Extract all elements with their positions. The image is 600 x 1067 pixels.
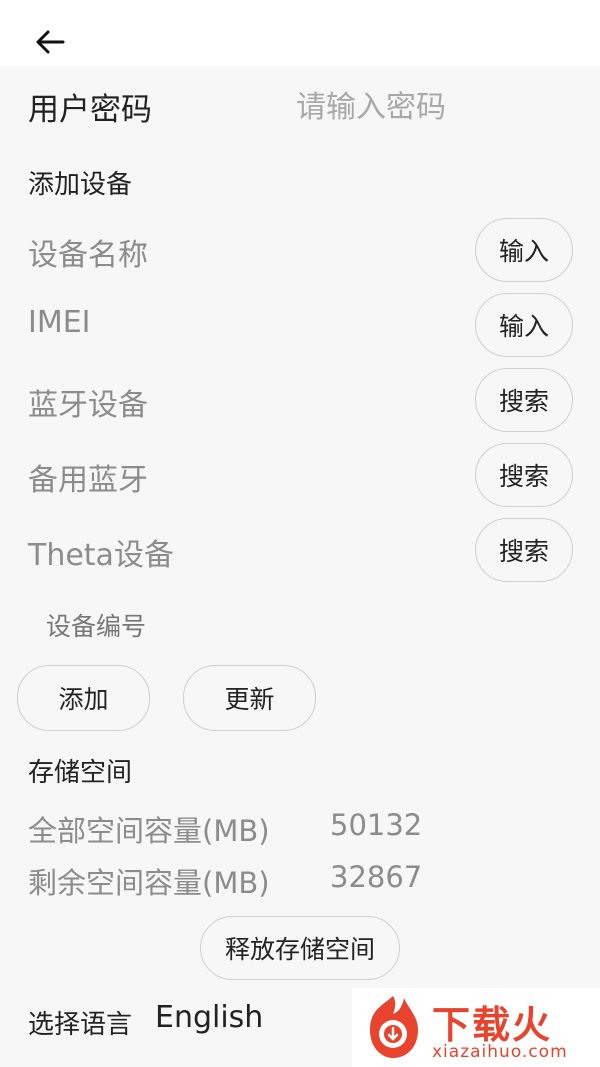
password-input[interactable] xyxy=(294,82,558,132)
imei-label: IMEI xyxy=(28,305,91,340)
watermark-title: 下载火 xyxy=(432,1003,553,1047)
top-bar xyxy=(0,0,600,66)
total-capacity-value: 50132 xyxy=(330,808,423,842)
language-label: 选择语言 xyxy=(28,1010,133,1040)
device-number-label: 设备编号 xyxy=(46,612,147,641)
flame-logo-icon xyxy=(370,996,418,1058)
backup-bluetooth-label: 备用蓝牙 xyxy=(28,463,148,498)
language-selector[interactable]: English xyxy=(155,1000,263,1035)
theta-device-label: Theta设备 xyxy=(28,538,174,573)
watermark-url: xiazaihuo.com xyxy=(432,1042,568,1062)
total-capacity-label: 全部空间容量(MB) xyxy=(28,814,270,848)
add-device-title: 添加设备 xyxy=(28,170,133,200)
imei-input-button[interactable]: 输入 xyxy=(475,293,573,357)
add-button[interactable]: 添加 xyxy=(17,665,150,731)
free-capacity-label: 剩余空间容量(MB) xyxy=(28,866,270,900)
bluetooth-search-button[interactable]: 搜索 xyxy=(475,368,573,432)
update-button[interactable]: 更新 xyxy=(183,665,316,731)
device-name-label: 设备名称 xyxy=(28,238,148,273)
free-capacity-value: 32867 xyxy=(330,860,423,894)
storage-title: 存储空间 xyxy=(28,758,133,788)
bluetooth-device-label: 蓝牙设备 xyxy=(28,388,148,423)
backup-bluetooth-search-button[interactable]: 搜索 xyxy=(475,443,573,507)
password-label: 用户密码 xyxy=(28,92,152,128)
device-name-input-button[interactable]: 输入 xyxy=(475,218,573,282)
back-button[interactable] xyxy=(30,24,70,60)
release-storage-button[interactable]: 释放存储空间 xyxy=(200,916,400,980)
watermark: 下载火 xiazaihuo.com xyxy=(352,988,600,1067)
arrow-left-icon xyxy=(36,30,65,54)
theta-search-button[interactable]: 搜索 xyxy=(475,518,573,582)
